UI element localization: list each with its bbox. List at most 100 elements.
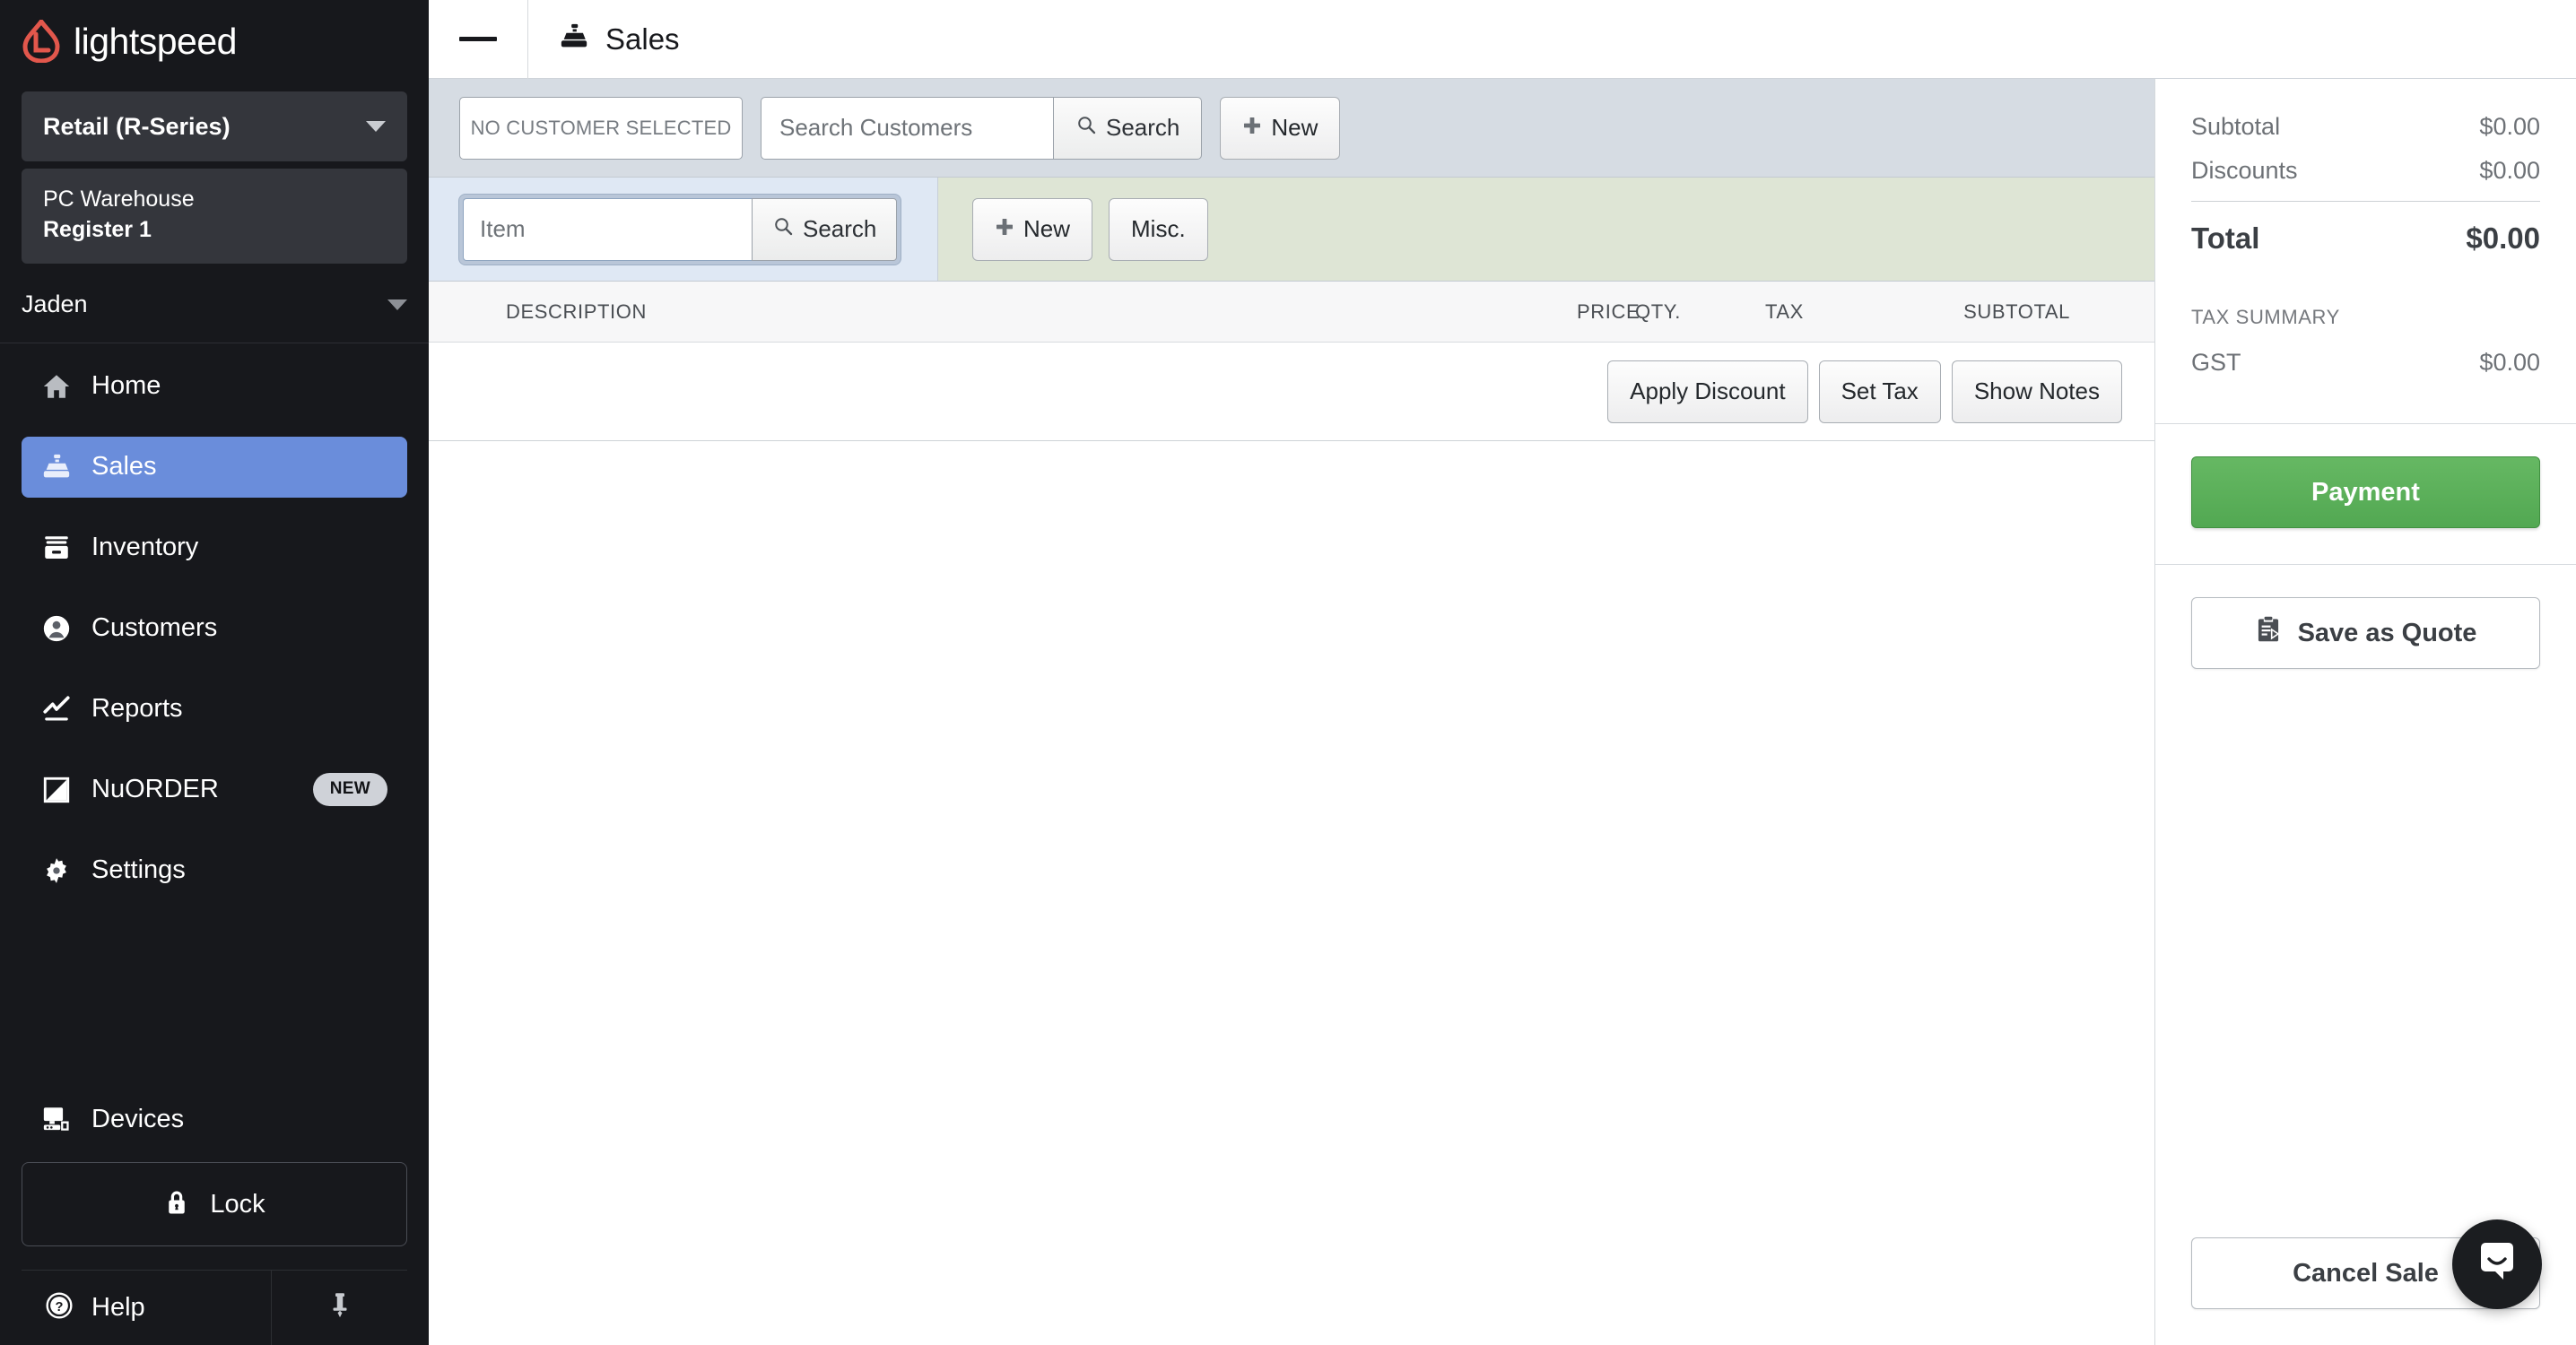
search-icon [772, 215, 794, 243]
set-tax-label: Set Tax [1841, 377, 1919, 404]
help-button-label: Help [91, 1293, 145, 1322]
column-header-description: DESCRIPTION [506, 299, 647, 323]
discounts-label: Discounts [2191, 157, 2298, 184]
app-root: lightspeed Retail (R-Series) PC Warehous… [0, 0, 2576, 1345]
column-header-price: PRICE [1577, 299, 1640, 323]
payment-button[interactable]: Payment [2191, 456, 2540, 528]
chat-smile-icon [2473, 1238, 2521, 1291]
total-label: Total [2191, 221, 2260, 255]
column-header-tax: TAX [1765, 299, 1804, 323]
sidebar-item-label: Inventory [91, 533, 199, 561]
help-bar: ? Help [22, 1270, 407, 1345]
sidebar-item-label: Reports [91, 694, 183, 723]
sidebar-item-label: Settings [91, 855, 186, 884]
discounts-value: $0.00 [2479, 157, 2540, 184]
sidebar-item-customers[interactable]: Customers [22, 598, 407, 659]
set-tax-button[interactable]: Set Tax [1818, 360, 1941, 423]
item-search-button-label: Search [803, 215, 877, 242]
sidebar: lightspeed Retail (R-Series) PC Warehous… [0, 0, 429, 1345]
store-name: PC Warehouse [43, 187, 195, 212]
customer-search-input[interactable] [761, 96, 1053, 160]
sidebar-item-label: NuORDER [91, 775, 219, 803]
new-item-button-label: New [1023, 215, 1071, 242]
customer-search-button[interactable]: Search [1053, 96, 1203, 160]
new-item-button[interactable]: New [972, 197, 1093, 261]
save-as-quote-label: Save as Quote [2297, 618, 2477, 647]
chart-line-icon [41, 694, 72, 725]
lock-button-label: Lock [210, 1189, 265, 1219]
sidebar-item-label: Customers [91, 613, 218, 642]
customer-search-group: Search [761, 96, 1203, 160]
lock-icon [163, 1187, 190, 1222]
new-customer-button-label: New [1271, 114, 1318, 141]
show-notes-label: Show Notes [1973, 377, 2100, 404]
store-register-info[interactable]: PC Warehouse Register 1 [22, 169, 407, 264]
pin-sidebar-button[interactable] [271, 1271, 407, 1345]
page-title: Sales [528, 22, 680, 56]
item-search-section: Search [429, 178, 938, 281]
discounts-row: Discounts $0.00 [2191, 157, 2540, 185]
save-as-quote-button[interactable]: Save as Quote [2191, 597, 2540, 669]
panel-spacer [2155, 669, 2576, 1237]
line-items-empty-area [429, 441, 2154, 1345]
nuorder-icon [41, 775, 72, 805]
subtotal-label: Subtotal [2191, 113, 2281, 140]
sidebar-item-label: Devices [91, 1104, 185, 1133]
apply-discount-label: Apply Discount [1630, 377, 1786, 404]
hamburger-menu-icon[interactable] [429, 0, 527, 79]
sidebar-item-home[interactable]: Home [22, 356, 407, 417]
totals-section: Subtotal $0.00 Discounts $0.00 Total $0.… [2155, 79, 2576, 393]
sidebar-bottom: Devices Lock ? Help [0, 1089, 429, 1345]
svg-text:?: ? [56, 1300, 64, 1315]
sidebar-item-inventory[interactable]: Inventory [22, 517, 407, 578]
person-icon [41, 613, 72, 644]
chevron-down-icon [387, 299, 407, 310]
clipboard-icon [2255, 615, 2282, 651]
totals-divider [2191, 201, 2540, 202]
customer-bar: NO CUSTOMER SELECTED Search Customers Se… [429, 79, 2154, 178]
brand-logo[interactable]: lightspeed [0, 0, 429, 82]
item-search-group: Search [459, 194, 901, 265]
tax-row-label: GST [2191, 349, 2241, 376]
chat-launcher-button[interactable] [2452, 1219, 2542, 1309]
subtotal-row: Subtotal $0.00 [2191, 113, 2540, 141]
apply-discount-button[interactable]: Apply Discount [1607, 360, 1808, 423]
lightspeed-flame-logo-icon [22, 17, 61, 64]
sidebar-item-settings[interactable]: Settings [22, 840, 407, 901]
column-header-qty: QTY. [1635, 299, 1681, 323]
payment-button-label: Payment [2311, 477, 2420, 507]
lock-button[interactable]: Lock [22, 1162, 407, 1246]
show-notes-button[interactable]: Show Notes [1951, 360, 2122, 423]
gear-icon [41, 855, 72, 886]
total-value: $0.00 [2466, 221, 2540, 255]
selected-customer-display[interactable]: NO CUSTOMER SELECTED [459, 96, 743, 160]
user-name: Jaden [22, 291, 88, 317]
item-actions-section: New Misc. [938, 178, 2154, 281]
sidebar-item-label: Sales [91, 452, 157, 481]
brand-name: lightspeed [74, 20, 237, 62]
subtotal-value: $0.00 [2479, 113, 2540, 140]
sidebar-item-label: Home [91, 371, 161, 400]
sidebar-item-nuorder[interactable]: NuORDER NEW [22, 759, 407, 820]
quote-section: Save as Quote [2155, 565, 2576, 669]
sale-column: NO CUSTOMER SELECTED Search Customers Se… [429, 79, 2154, 1345]
main-column: Sales NO CUSTOMER SELECTED Search Custom… [429, 0, 2576, 1345]
register-icon [41, 452, 72, 482]
user-selector[interactable]: Jaden [22, 280, 407, 330]
item-search-button[interactable]: Search [752, 197, 898, 261]
account-selector[interactable]: Retail (R-Series) [22, 91, 407, 161]
misc-item-button[interactable]: Misc. [1109, 197, 1208, 261]
sale-summary-panel: Subtotal $0.00 Discounts $0.00 Total $0.… [2154, 79, 2576, 1345]
new-customer-button[interactable]: New [1220, 96, 1341, 160]
sidebar-item-sales[interactable]: Sales [22, 436, 407, 498]
tax-summary-title: TAX SUMMARY [2191, 306, 2340, 328]
sidebar-item-devices[interactable]: Devices [22, 1089, 407, 1150]
cancel-sale-label: Cancel Sale [2293, 1258, 2439, 1288]
inventory-icon [41, 533, 72, 563]
home-icon [41, 371, 72, 402]
plus-icon [1242, 114, 1262, 142]
help-button[interactable]: ? Help [22, 1271, 271, 1345]
sidebar-item-reports[interactable]: Reports [22, 679, 407, 740]
chevron-down-icon [366, 121, 386, 132]
item-search-input[interactable] [463, 197, 752, 261]
